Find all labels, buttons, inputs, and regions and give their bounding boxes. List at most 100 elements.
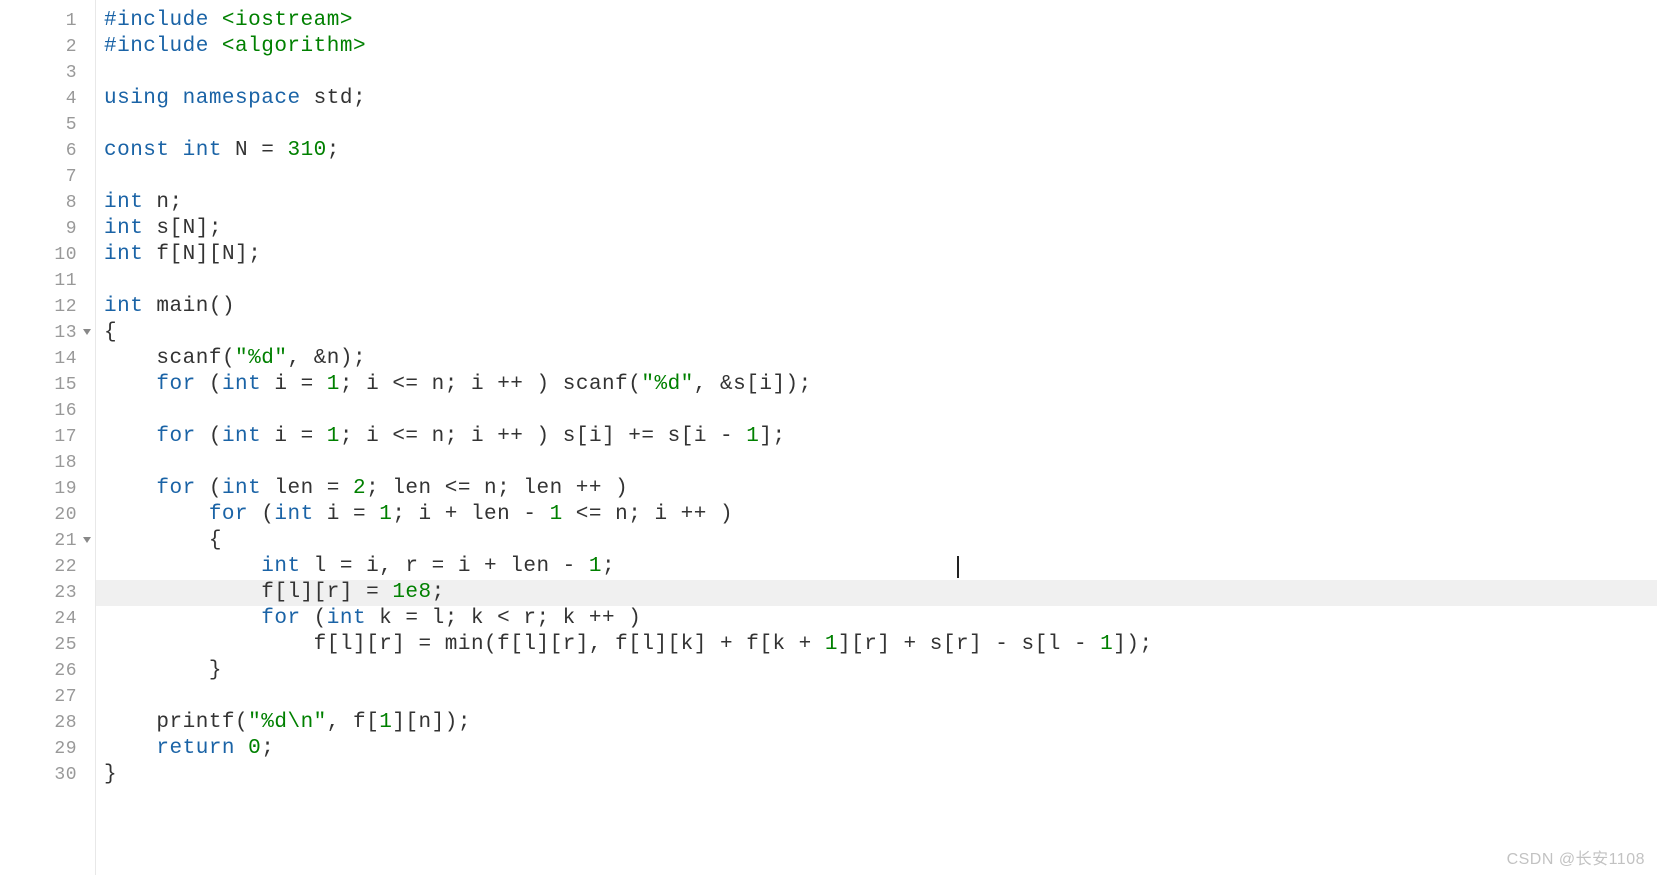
code-line[interactable]: f[l][r] = 1e8; <box>96 580 1657 606</box>
code-line[interactable]: for (int i = 1; i <= n; i ++ ) scanf("%d… <box>96 372 1657 398</box>
code-token: ; <box>432 581 445 604</box>
code-line[interactable] <box>96 398 1657 424</box>
code-token: ; <box>628 503 641 526</box>
line-number: 30 <box>0 762 95 788</box>
code-token: i <box>261 373 300 396</box>
code-line[interactable]: using namespace std; <box>96 86 1657 112</box>
code-token: = <box>301 425 314 448</box>
code-token: ) <box>537 373 550 396</box>
code-token: r <box>956 633 969 656</box>
code-line[interactable] <box>96 684 1657 710</box>
code-token: r <box>379 633 392 656</box>
code-token <box>301 607 314 630</box>
code-token <box>104 529 209 552</box>
code-token: ] <box>235 243 248 266</box>
code-token: ; <box>366 477 379 500</box>
code-token: <iostream> <box>222 9 353 32</box>
line-number: 9 <box>0 216 95 242</box>
code-area[interactable]: #include <iostream>#include <algorithm> u… <box>96 0 1657 875</box>
code-token: ] <box>392 633 405 656</box>
code-token: len <box>510 477 576 500</box>
code-line[interactable]: for (int len = 2; len <= n; len ++ ) <box>96 476 1657 502</box>
code-line[interactable]: } <box>96 762 1657 788</box>
code-token <box>523 373 536 396</box>
code-line[interactable]: return 0; <box>96 736 1657 762</box>
code-line[interactable] <box>96 268 1657 294</box>
code-token: r <box>327 581 340 604</box>
code-token: ; <box>445 607 458 630</box>
code-line[interactable] <box>96 450 1657 476</box>
code-line[interactable]: f[l][r] = min(f[l][r], f[l][k] + f[k + 1… <box>96 632 1657 658</box>
code-token: n <box>471 477 497 500</box>
code-line[interactable]: int main() <box>96 294 1657 320</box>
code-line[interactable]: for (int k = l; k < r; k ++ ) <box>96 606 1657 632</box>
code-line[interactable]: int n; <box>96 190 1657 216</box>
line-number-gutter: 1234567891011121314151617181920212223242… <box>0 0 96 875</box>
code-token: ; <box>602 555 615 578</box>
code-line[interactable]: int l = i, r = i + len - 1; <box>96 554 1657 580</box>
code-line[interactable]: #include <iostream> <box>96 8 1657 34</box>
code-token: n <box>419 711 432 734</box>
code-line[interactable] <box>96 164 1657 190</box>
code-token: f <box>104 633 327 656</box>
line-number: 17 <box>0 424 95 450</box>
code-token: using <box>104 87 170 110</box>
code-token: i <box>353 555 379 578</box>
code-token: scanf <box>156 347 222 370</box>
line-number: 27 <box>0 684 95 710</box>
code-token: s <box>143 217 169 240</box>
code-token <box>104 659 209 682</box>
code-line[interactable]: scanf("%d", &n); <box>96 346 1657 372</box>
code-token <box>405 633 418 656</box>
code-token: printf <box>156 711 235 734</box>
code-line[interactable]: int s[N]; <box>96 216 1657 242</box>
code-line[interactable]: printf("%d\n", f[1][n]); <box>96 710 1657 736</box>
code-line[interactable]: } <box>96 658 1657 684</box>
code-token: } <box>209 659 222 682</box>
line-number: 12 <box>0 294 95 320</box>
code-line[interactable]: #include <algorithm> <box>96 34 1657 60</box>
code-line[interactable]: for (int i = 1; i <= n; i ++ ) s[i] += s… <box>96 424 1657 450</box>
code-line[interactable]: int f[N][N]; <box>96 242 1657 268</box>
code-token: ; <box>261 737 274 760</box>
code-token: f <box>497 633 510 656</box>
code-token <box>602 477 615 500</box>
code-line[interactable] <box>96 60 1657 86</box>
code-token: len <box>497 555 563 578</box>
code-line[interactable]: { <box>96 320 1657 346</box>
code-token: - <box>563 555 576 578</box>
code-line[interactable]: { <box>96 528 1657 554</box>
code-token: s <box>1008 633 1034 656</box>
code-token: int <box>327 607 366 630</box>
code-line[interactable] <box>96 112 1657 138</box>
code-token: r <box>864 633 877 656</box>
code-token: <algorithm> <box>222 35 366 58</box>
line-number: 21 <box>0 528 95 554</box>
code-token <box>707 503 720 526</box>
code-line[interactable]: const int N = 310; <box>96 138 1657 164</box>
code-token: int <box>104 217 143 240</box>
code-token <box>340 477 353 500</box>
code-token <box>379 581 392 604</box>
code-token: 1 <box>746 425 759 448</box>
code-token: [ <box>681 425 694 448</box>
code-token: <= <box>576 503 602 526</box>
line-number: 8 <box>0 190 95 216</box>
code-token: ]); <box>432 711 471 734</box>
code-token: ]); <box>772 373 811 396</box>
code-token <box>890 633 903 656</box>
code-token: i <box>589 425 602 448</box>
code-token: ][ <box>838 633 864 656</box>
code-token: ] <box>340 581 353 604</box>
code-token: s <box>733 373 746 396</box>
code-editor[interactable]: 1234567891011121314151617181920212223242… <box>0 0 1657 875</box>
code-token <box>104 711 156 734</box>
code-token <box>432 633 445 656</box>
code-token: ( <box>235 711 248 734</box>
code-line[interactable]: for (int i = 1; i + len - 1 <= n; i ++ ) <box>96 502 1657 528</box>
code-token: - <box>995 633 1008 656</box>
code-token: ( <box>314 607 327 630</box>
code-token: for <box>156 477 195 500</box>
code-token: ; <box>445 373 458 396</box>
code-token: return <box>156 737 235 760</box>
